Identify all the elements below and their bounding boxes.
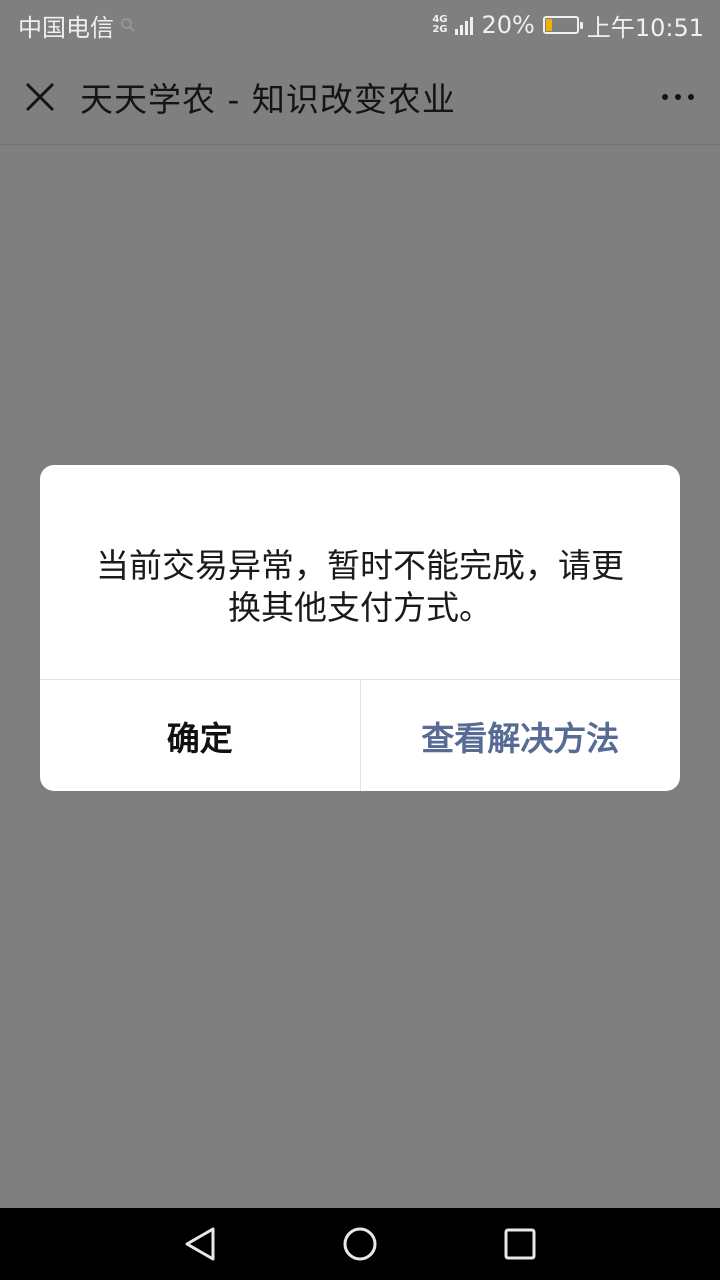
battery-level [545, 19, 553, 31]
back-button[interactable] [176, 1220, 224, 1268]
recents-button[interactable] [496, 1220, 544, 1268]
confirm-button[interactable]: 确定 [40, 680, 361, 791]
recents-icon [504, 1228, 536, 1260]
dialog-message: 当前交易异常，暂时不能完成，请更换其他支付方式。 [96, 546, 624, 627]
close-icon [25, 82, 55, 112]
back-icon [185, 1227, 215, 1261]
more-button[interactable] [636, 50, 720, 145]
page-title: 天天学农 - 知识改变农业 [80, 80, 456, 119]
navigation-bar [0, 1208, 720, 1280]
network-type: 4G 2G [432, 15, 447, 35]
alert-dialog: 当前交易异常，暂时不能完成，请更换其他支付方式。 确定 查看解决方法 [40, 465, 680, 791]
battery-icon [542, 16, 583, 34]
status-left: 中国电信 [18, 8, 136, 43]
home-icon [343, 1227, 377, 1261]
title-bar: 天天学农 - 知识改变农业 [0, 50, 720, 145]
home-button[interactable] [336, 1220, 384, 1268]
clock: 上午10:51 [586, 13, 704, 42]
dialog-actions: 确定 查看解决方法 [40, 679, 680, 791]
carrier-name: 中国电信 [18, 13, 114, 42]
search-icon [121, 18, 135, 32]
status-bar: 中国电信 4G 2G 20% 上午10:51 [0, 0, 720, 50]
status-right: 4G 2G 20% 上午10:51 [432, 8, 704, 43]
battery-percent: 20% [481, 11, 535, 39]
view-solution-button[interactable]: 查看解决方法 [361, 680, 681, 791]
more-icon-dot [675, 94, 681, 100]
more-icon-dot [688, 94, 694, 100]
more-icon-dot [662, 94, 668, 100]
signal-icon [455, 15, 474, 35]
close-button[interactable] [0, 50, 80, 145]
network-type-bottom: 2G [432, 24, 448, 35]
